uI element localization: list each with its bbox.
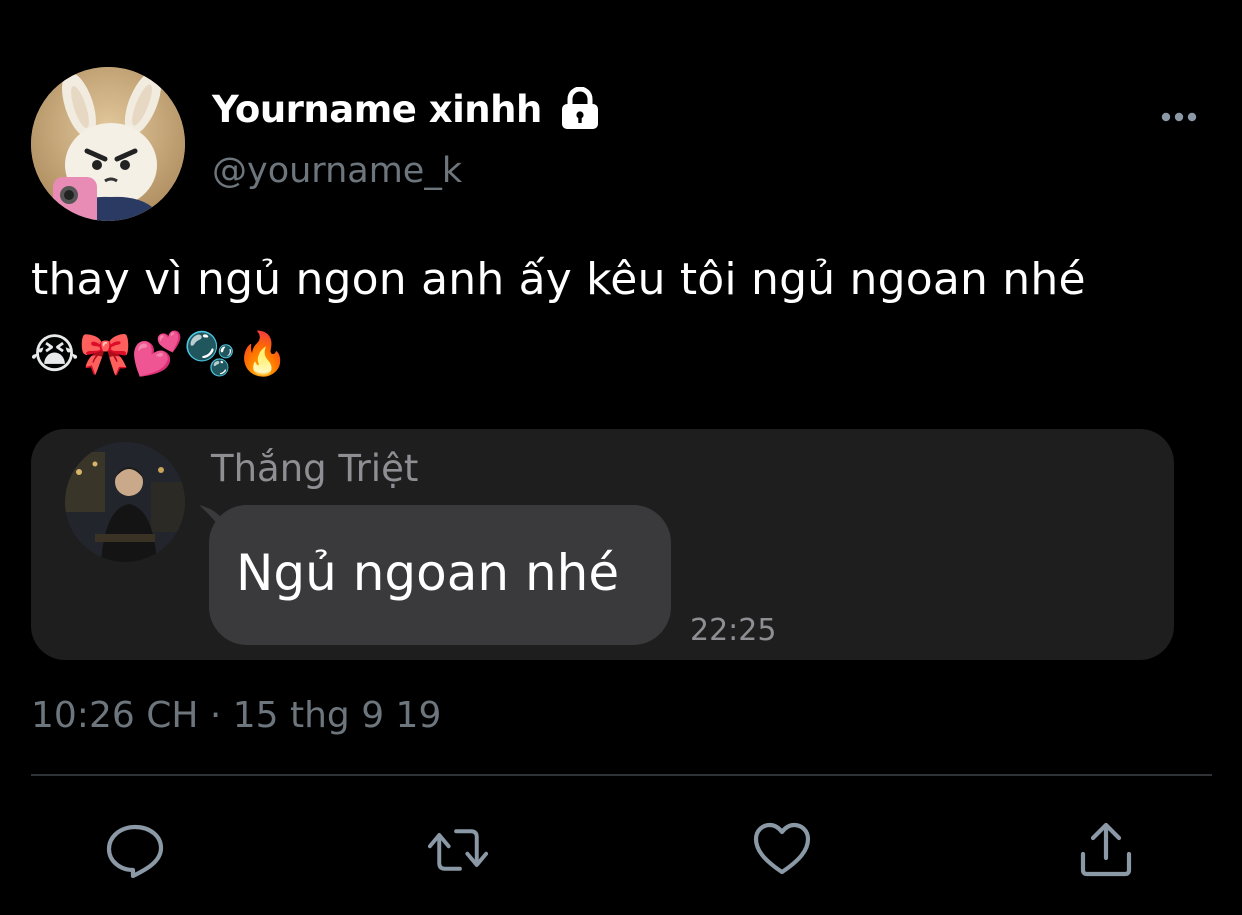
message-time: 22:25 [690,613,777,648]
author-handle[interactable]: @yourname_k [212,151,462,191]
retweet-icon [428,829,488,871]
share-button[interactable] [1076,820,1136,880]
heart-icon [753,822,811,875]
tweet-emoji: 😭🎀💕🫧🔥 [30,329,289,378]
message-bubble: Ngủ ngoan nhé [209,505,671,645]
sender-name: Thắng Triệt [211,447,419,490]
sender-photo [65,442,185,562]
author-avatar[interactable] [31,67,185,221]
bunny-avatar-image [31,67,185,221]
message-text: Ngủ ngoan nhé [236,544,620,602]
retweet-button[interactable] [428,820,488,880]
divider [31,774,1212,776]
reply-icon [106,824,164,879]
more-options-icon[interactable] [1158,105,1200,129]
author-name-row: Yourname xinhh [212,84,600,134]
reply-button[interactable] [105,820,165,880]
embedded-message-screenshot[interactable]: Thắng Triệt Ngủ ngoan nhé 22:25 [31,429,1174,660]
like-button[interactable] [752,820,812,880]
tweet-timestamp[interactable]: 10:26 CH · 15 thg 9 19 [31,695,441,736]
lock-icon [560,86,600,131]
sender-avatar [65,442,185,562]
author-display-name[interactable]: Yourname xinhh [212,88,542,131]
tweet-text: thay vì ngủ ngon anh ấy kêu tôi ngủ ngoa… [31,254,1086,305]
share-icon [1080,822,1132,877]
